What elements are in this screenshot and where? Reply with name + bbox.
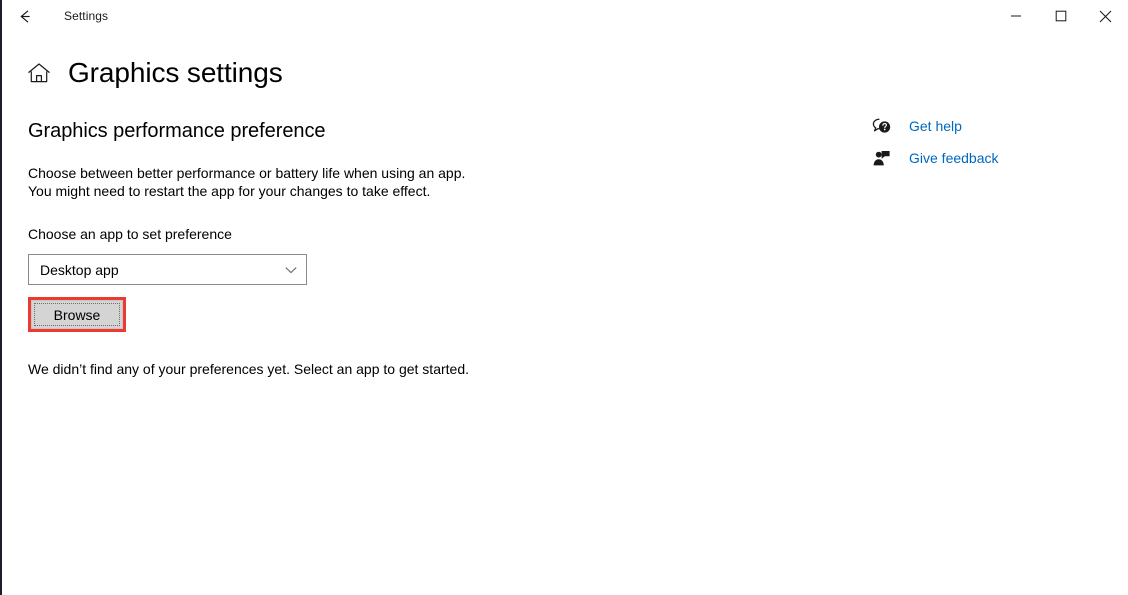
browse-button[interactable]: Browse	[31, 300, 123, 329]
close-icon	[1099, 10, 1112, 23]
chevron-down-icon	[284, 263, 298, 277]
main-content: Graphics performance preference Choose b…	[28, 120, 808, 377]
give-feedback-link[interactable]: Give feedback	[872, 146, 1092, 170]
section-description: Choose between better performance or bat…	[28, 164, 808, 200]
browse-button-label: Browse	[53, 306, 101, 323]
give-feedback-label: Give feedback	[909, 150, 999, 166]
window-title: Settings	[64, 9, 109, 23]
get-help-link[interactable]: Get help	[872, 114, 1092, 138]
section-description-line-2: You might need to restart the app for yo…	[28, 183, 431, 199]
browse-button-highlight: Browse	[28, 297, 126, 332]
app-type-select[interactable]: Desktop app	[28, 254, 307, 285]
section-description-line-1: Choose between better performance or bat…	[28, 165, 466, 181]
help-bubble-icon	[872, 117, 898, 136]
maximize-button[interactable]	[1038, 0, 1083, 32]
app-picker-label: Choose an app to set preference	[28, 226, 232, 242]
empty-state-text: We didn’t find any of your preferences y…	[28, 361, 469, 377]
minimize-icon	[1010, 10, 1022, 22]
maximize-icon	[1055, 10, 1067, 22]
right-rail: Get help Give feedback	[872, 114, 1092, 178]
back-button[interactable]	[2, 0, 48, 32]
title-bar: Settings	[2, 0, 1128, 32]
minimize-button[interactable]	[993, 0, 1038, 32]
window-controls	[993, 0, 1128, 32]
section-heading: Graphics performance preference	[28, 120, 326, 142]
back-arrow-icon	[16, 7, 35, 26]
feedback-person-icon	[872, 149, 898, 168]
app-type-select-value: Desktop app	[40, 261, 119, 278]
close-button[interactable]	[1083, 0, 1128, 32]
get-help-label: Get help	[909, 118, 962, 134]
page-header: Graphics settings	[26, 52, 283, 94]
home-icon[interactable]	[26, 60, 52, 86]
page-title: Graphics settings	[68, 57, 283, 88]
